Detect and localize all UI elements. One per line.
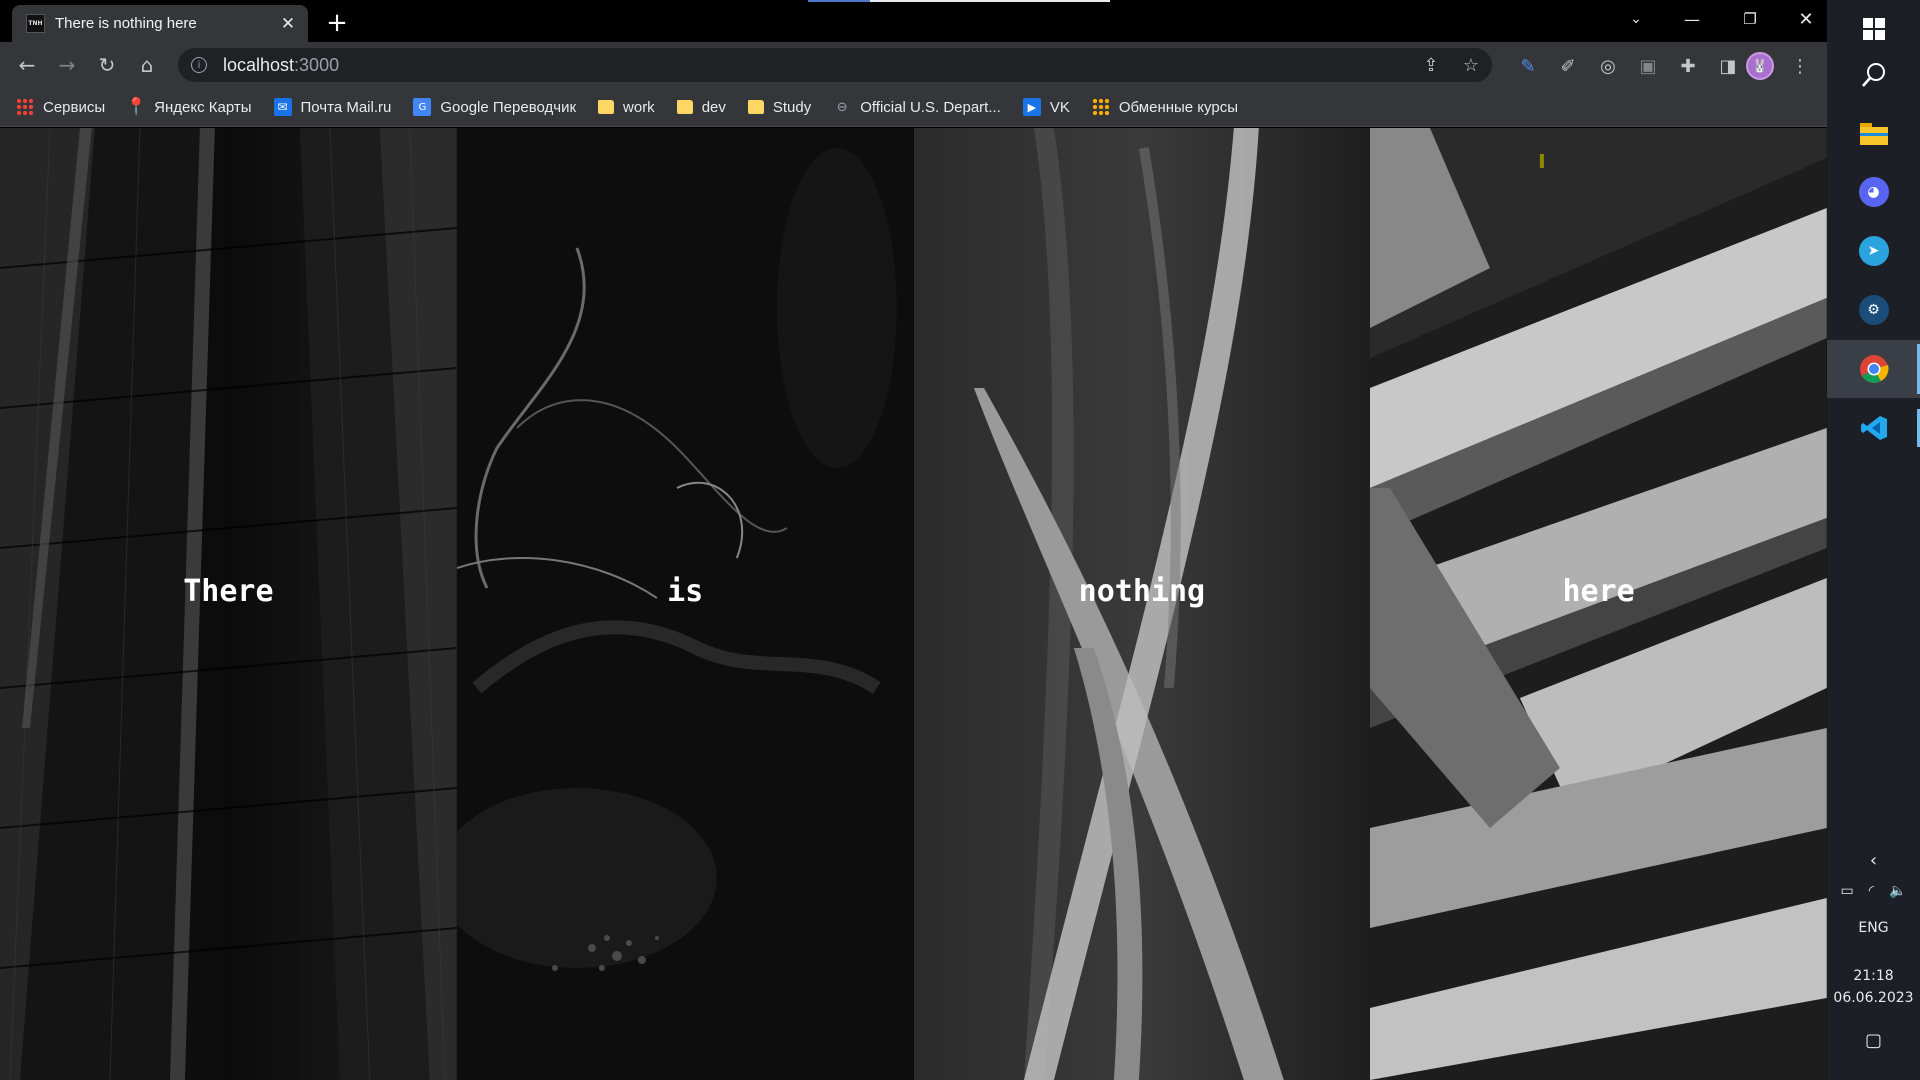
panel-word: nothing <box>1078 573 1206 609</box>
bookmark-label: dev <box>701 98 726 116</box>
folder-icon <box>747 100 764 114</box>
address-host: localhost <box>223 54 295 75</box>
bookmark-star-icon[interactable]: ☆ <box>1458 52 1484 78</box>
bookmark-google-translate[interactable]: G Google Переводчик <box>413 98 576 116</box>
favicon-icon: TNH <box>26 14 45 33</box>
home-icon[interactable]: ⌂ <box>132 50 162 80</box>
tab-title: There is nothing here <box>55 15 197 32</box>
clock-date[interactable]: 06.06.2023 <box>1827 990 1920 1006</box>
bookmarks-bar: Сервисы 📍 Яндекс Карты ✉ Почта Mail.ru G… <box>0 88 1827 127</box>
panel-word: There <box>183 573 274 609</box>
bookmark-label: Почта Mail.ru <box>300 98 392 116</box>
panel-word: here <box>1562 573 1635 609</box>
share-icon[interactable]: ⇪ <box>1418 52 1444 78</box>
bookmark-mail-ru[interactable]: ✉ Почта Mail.ru <box>273 98 392 116</box>
panel-balconies[interactable]: here <box>1370 128 1827 1080</box>
panel-word: is <box>667 573 704 609</box>
reload-icon[interactable]: ↻ <box>92 50 122 80</box>
panel-grass[interactable]: nothing <box>913 128 1371 1080</box>
back-arrow-icon[interactable]: ← <box>12 50 42 80</box>
mail-icon: ✉ <box>273 98 292 116</box>
bookmark-yandex-maps[interactable]: 📍 Яндекс Карты <box>125 97 252 117</box>
tab-close-icon[interactable]: ✕ <box>278 14 298 34</box>
close-window-button[interactable]: ✕ <box>1782 0 1830 38</box>
bookmark-label: Сервисы <box>43 98 106 116</box>
bookmark-folder-study[interactable]: Study <box>747 98 812 116</box>
panel-marble[interactable]: is <box>456 128 914 1080</box>
tab-active[interactable]: TNH There is nothing here ✕ <box>12 5 308 42</box>
bookmark-label: Official U.S. Depart... <box>860 98 1001 116</box>
chrome-icon[interactable] <box>1827 340 1920 398</box>
side-panel-icon[interactable]: ◨ <box>1714 52 1742 80</box>
forward-arrow-icon[interactable]: → <box>52 50 82 80</box>
tab-strip: TNH There is nothing here ✕ + ⌄ — ❐ ✕ <box>0 0 1827 42</box>
tab-search-icon[interactable]: ⌄ <box>1612 0 1660 38</box>
loading-progress-bar <box>808 0 1110 2</box>
bookmark-label: VK <box>1049 98 1070 116</box>
bookmark-folder-dev[interactable]: dev <box>676 98 726 116</box>
battery-icon[interactable]: ▭ <box>1840 883 1853 899</box>
site-info-icon[interactable]: i <box>191 57 207 73</box>
translate-icon: G <box>413 98 432 116</box>
address-bar[interactable]: i localhost:3000 ⇪ ☆ <box>178 48 1492 82</box>
vk-icon: ▶ <box>1022 98 1041 116</box>
discord-icon[interactable]: ◕ <box>1827 163 1920 221</box>
windows-taskbar: ◕ ➤ ⚙ ‹ ▭ ◜ 🔈 ENG 21:18 06.06.2023 ▢ <box>1827 0 1920 1080</box>
map-pin-icon: 📍 <box>125 97 147 117</box>
extension-marker-icon[interactable]: ✐ <box>1554 52 1582 80</box>
extensions-puzzle-icon[interactable]: ✚ <box>1674 52 1702 80</box>
address-url[interactable]: localhost:3000 <box>223 55 339 76</box>
browser-window: TNH There is nothing here ✕ + ⌄ — ❐ ✕ ← … <box>0 0 1827 1080</box>
tray-icons: ▭ ◜ 🔈 <box>1827 883 1920 899</box>
bookmark-label: Study <box>772 98 812 116</box>
bookmark-services[interactable]: Сервисы <box>16 98 105 116</box>
new-tab-button[interactable]: + <box>322 8 352 38</box>
vscode-icon[interactable] <box>1827 399 1920 457</box>
telegram-icon[interactable]: ➤ <box>1827 222 1920 280</box>
extension-robot-icon[interactable]: ▣ <box>1634 52 1662 80</box>
bookmark-folder-work[interactable]: work <box>598 99 655 116</box>
steam-icon[interactable]: ⚙ <box>1827 281 1920 339</box>
bookmark-label: Google Переводчик <box>440 98 577 116</box>
clock-time[interactable]: 21:18 <box>1827 968 1920 984</box>
volume-icon[interactable]: 🔈 <box>1889 883 1906 899</box>
minimize-button[interactable]: — <box>1668 0 1716 38</box>
panel-skyscraper[interactable]: There <box>0 128 457 1080</box>
bookmark-exchange-rates[interactable]: Обменные курсы <box>1091 98 1238 116</box>
search-icon[interactable] <box>1827 46 1920 104</box>
wifi-icon[interactable]: ◜ <box>1869 883 1874 899</box>
show-hidden-icons-chevron-icon[interactable]: ‹ <box>1827 850 1920 871</box>
link-icon: ⊖ <box>836 99 848 115</box>
extension-compass-icon[interactable]: ◎ <box>1594 52 1622 80</box>
browser-toolbar: ← → ↻ ⌂ i localhost:3000 ⇪ ☆ ✎ ✐ ◎ ▣ ✚ ◨… <box>0 42 1827 88</box>
page-content: There is nothing here <box>0 128 1827 1080</box>
notifications-icon[interactable]: ▢ <box>1827 1030 1920 1051</box>
bookmark-label: work <box>623 98 655 116</box>
bookmark-vk[interactable]: ▶ VK <box>1022 98 1070 116</box>
extension-pen-icon[interactable]: ✎ <box>1514 52 1542 80</box>
dots-grid-icon <box>1091 98 1110 116</box>
bookmark-label: Обменные курсы <box>1118 98 1238 116</box>
folder-icon <box>676 100 693 114</box>
bookmark-label: Яндекс Карты <box>154 98 252 116</box>
menu-kebab-icon[interactable]: ⋮ <box>1786 52 1814 80</box>
restore-button[interactable]: ❐ <box>1726 0 1774 38</box>
profile-avatar[interactable]: 🐰 <box>1746 52 1774 80</box>
language-indicator[interactable]: ENG <box>1827 920 1920 936</box>
folder-icon <box>598 100 615 114</box>
apps-grid-icon <box>16 98 34 116</box>
address-port: :3000 <box>294 54 340 75</box>
bookmark-us-department[interactable]: ⊖ Official U.S. Depart... <box>833 98 1001 116</box>
file-explorer-icon[interactable] <box>1827 104 1920 162</box>
